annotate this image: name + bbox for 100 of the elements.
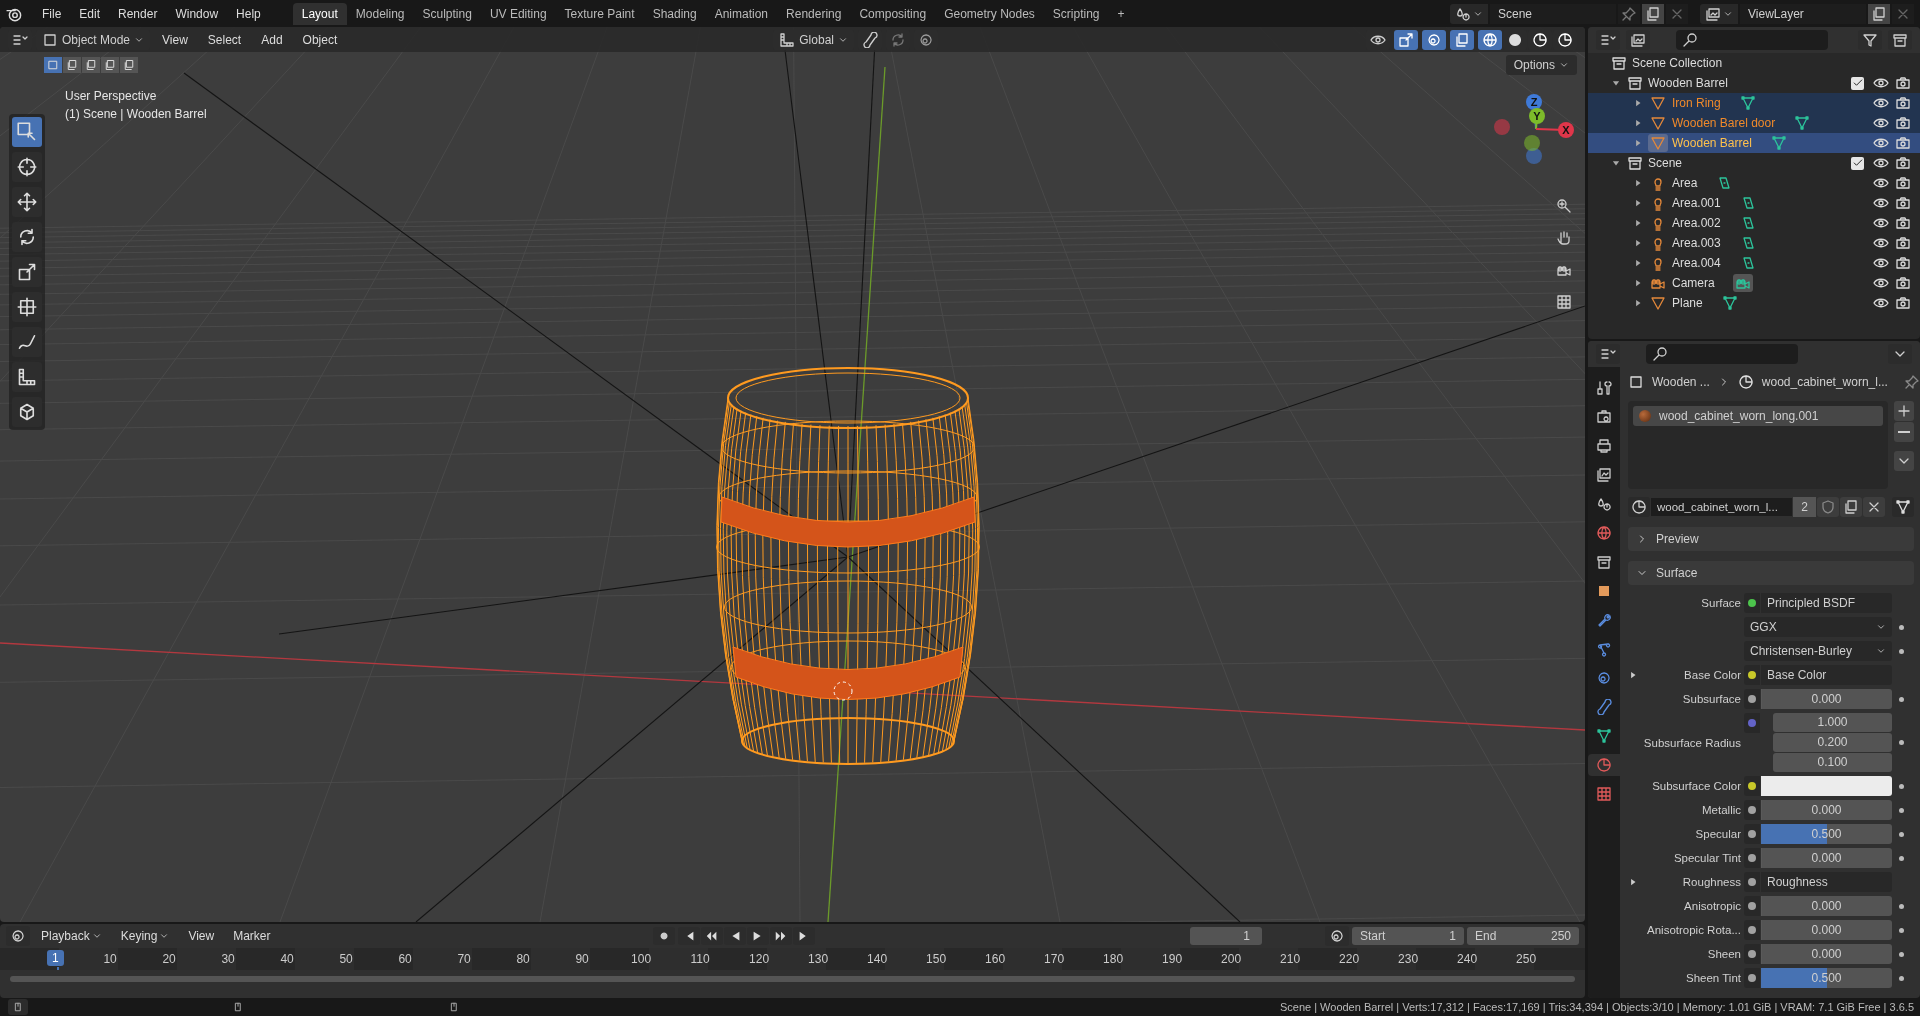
number-slider[interactable]: 0.000 (1761, 944, 1892, 964)
workspace-tab[interactable]: Animation (705, 2, 778, 25)
start-frame-field[interactable]: Start 1 (1352, 927, 1464, 945)
dropdown[interactable]: GGX (1744, 617, 1892, 637)
options-dropdown[interactable]: Options (1505, 55, 1577, 75)
workspace-tab[interactable]: Modeling (346, 2, 414, 25)
outliner-item[interactable]: Area (1672, 176, 1698, 190)
viewport-info-text: (1) Scene | Wooden Barrel (65, 106, 207, 123)
frame-number: 160 (985, 952, 1006, 966)
frame-number: 150 (926, 952, 947, 966)
menu-item[interactable]: Render (110, 3, 166, 24)
frame-number: 20 (162, 952, 176, 966)
outliner-item[interactable]: Scene (1648, 156, 1683, 170)
menu-item[interactable]: View (180, 926, 223, 946)
field-label: Subsurface Color (1652, 780, 1741, 792)
menu-item[interactable]: Playback (33, 926, 110, 946)
workspace-tab[interactable]: Rendering (777, 2, 851, 25)
workspace-tab[interactable]: Compositing (850, 2, 936, 25)
frame-number: 50 (339, 952, 353, 966)
workspace-tab[interactable]: Scripting (1043, 2, 1109, 25)
workspace-tab[interactable]: Sculpting (413, 2, 481, 25)
workspace-tab[interactable]: Geometry Nodes (935, 2, 1044, 25)
outliner-item[interactable]: Area.001 (1672, 196, 1721, 210)
outliner-item[interactable]: Area.004 (1672, 256, 1721, 270)
menu-item[interactable]: Help (228, 3, 269, 24)
number-field[interactable]: 0.100 (1773, 753, 1892, 772)
panel-header[interactable]: Surface (1628, 561, 1914, 585)
outliner-item[interactable]: Plane (1672, 296, 1703, 310)
viewport-info-text: User Perspective (65, 88, 158, 105)
scene-name-field[interactable]: Scene (1490, 3, 1616, 24)
input-link-field[interactable]: Base Color (1761, 665, 1892, 685)
outliner-item[interactable]: Area.002 (1672, 216, 1721, 230)
field-label: Specular (1695, 828, 1741, 840)
axis-handle[interactable]: Z (1526, 94, 1542, 110)
material-slot[interactable]: wood_cabinet_worn_long.001 (1633, 406, 1883, 426)
frame-number: 120 (749, 952, 770, 966)
axis-handle[interactable]: Y (1529, 108, 1545, 124)
workspace-tab[interactable]: UV Editing (480, 2, 556, 25)
frame-number: 10 (103, 952, 117, 966)
outliner-item[interactable]: Area.003 (1672, 236, 1721, 250)
menu-item[interactable]: File (34, 3, 70, 24)
frame-number: 250 (1516, 952, 1537, 966)
workspace-tab[interactable]: Layout (292, 2, 347, 25)
menu-item[interactable]: Marker (225, 926, 279, 946)
field-label: Subsurface Radius (1643, 736, 1741, 749)
frame-number: 170 (1044, 952, 1065, 966)
frame-number: 110 (690, 952, 710, 966)
frame-number: 210 (1280, 952, 1301, 966)
field-label: Anisotropic (1684, 900, 1741, 912)
dropdown[interactable]: Christensen-Burley (1744, 641, 1892, 661)
field-label: Surface (1701, 597, 1741, 609)
user-count[interactable]: 2 (1793, 497, 1816, 517)
outliner-item[interactable]: Scene Collection (1632, 56, 1723, 70)
panel-header[interactable]: Preview (1628, 527, 1914, 551)
frame-number: 130 (808, 952, 829, 966)
number-field[interactable]: 0.200 (1773, 733, 1892, 752)
frame-number: 240 (1457, 952, 1478, 966)
menu-item[interactable]: Window (167, 3, 227, 24)
menu-item[interactable]: Keying (112, 926, 178, 946)
field-label: Sheen (1707, 948, 1741, 960)
number-field[interactable]: 1.000 (1773, 713, 1892, 732)
frame-number: 190 (1162, 952, 1183, 966)
menu-item[interactable]: Add (253, 29, 291, 50)
add-workspace-button[interactable]: + (1108, 2, 1134, 25)
workspace-tab[interactable]: Shading (643, 2, 706, 25)
input-link-field[interactable]: Principled BSDF (1761, 593, 1892, 613)
workspace-tab[interactable]: Texture Paint (555, 2, 644, 25)
outliner-item[interactable]: Wooden Barrel (1672, 136, 1752, 150)
frame-number: 230 (1398, 952, 1419, 966)
breadcrumb-item: Wooden ... (1652, 375, 1710, 389)
current-frame-field[interactable]: 1 (1190, 927, 1262, 945)
menu-item[interactable]: Edit (71, 3, 109, 24)
menu-item[interactable]: View (154, 29, 196, 50)
outliner-item[interactable]: Iron Ring (1672, 96, 1721, 110)
playhead[interactable]: 1 (47, 950, 64, 966)
number-slider[interactable]: 0.000 (1761, 800, 1892, 820)
field-label: Metallic (1702, 804, 1741, 816)
frame-number: 30 (221, 952, 235, 966)
outliner-item[interactable]: Camera (1672, 276, 1715, 290)
frame-number: 40 (280, 952, 294, 966)
menu-item[interactable]: Select (199, 29, 250, 50)
frame-number: 60 (398, 952, 412, 966)
number-slider[interactable]: 0.000 (1761, 689, 1892, 709)
number-slider[interactable]: 0.000 (1761, 848, 1892, 868)
frame-number: 200 (1221, 952, 1242, 966)
field-label: Sheen Tint (1686, 972, 1741, 984)
end-frame-field[interactable]: End 250 (1467, 927, 1579, 945)
frame-number: 100 (631, 952, 652, 966)
view-layer-field[interactable]: ViewLayer (1740, 3, 1866, 24)
material-name-field[interactable]: wood_cabinet_worn_l... (1651, 498, 1793, 516)
frame-number: 140 (867, 952, 888, 966)
frame-number: 80 (516, 952, 530, 966)
menu-item[interactable]: Object (294, 29, 346, 50)
number-slider[interactable]: 0.000 (1761, 896, 1892, 916)
outliner-item[interactable]: Wooden Barrel (1648, 76, 1728, 90)
number-slider[interactable]: 0.000 (1761, 920, 1892, 940)
axis-handle[interactable]: X (1558, 122, 1574, 138)
input-link-field[interactable]: Roughness (1761, 872, 1892, 892)
field-label: Base Color (1684, 669, 1741, 681)
field-label: Anisotropic Rota... (1647, 924, 1741, 936)
